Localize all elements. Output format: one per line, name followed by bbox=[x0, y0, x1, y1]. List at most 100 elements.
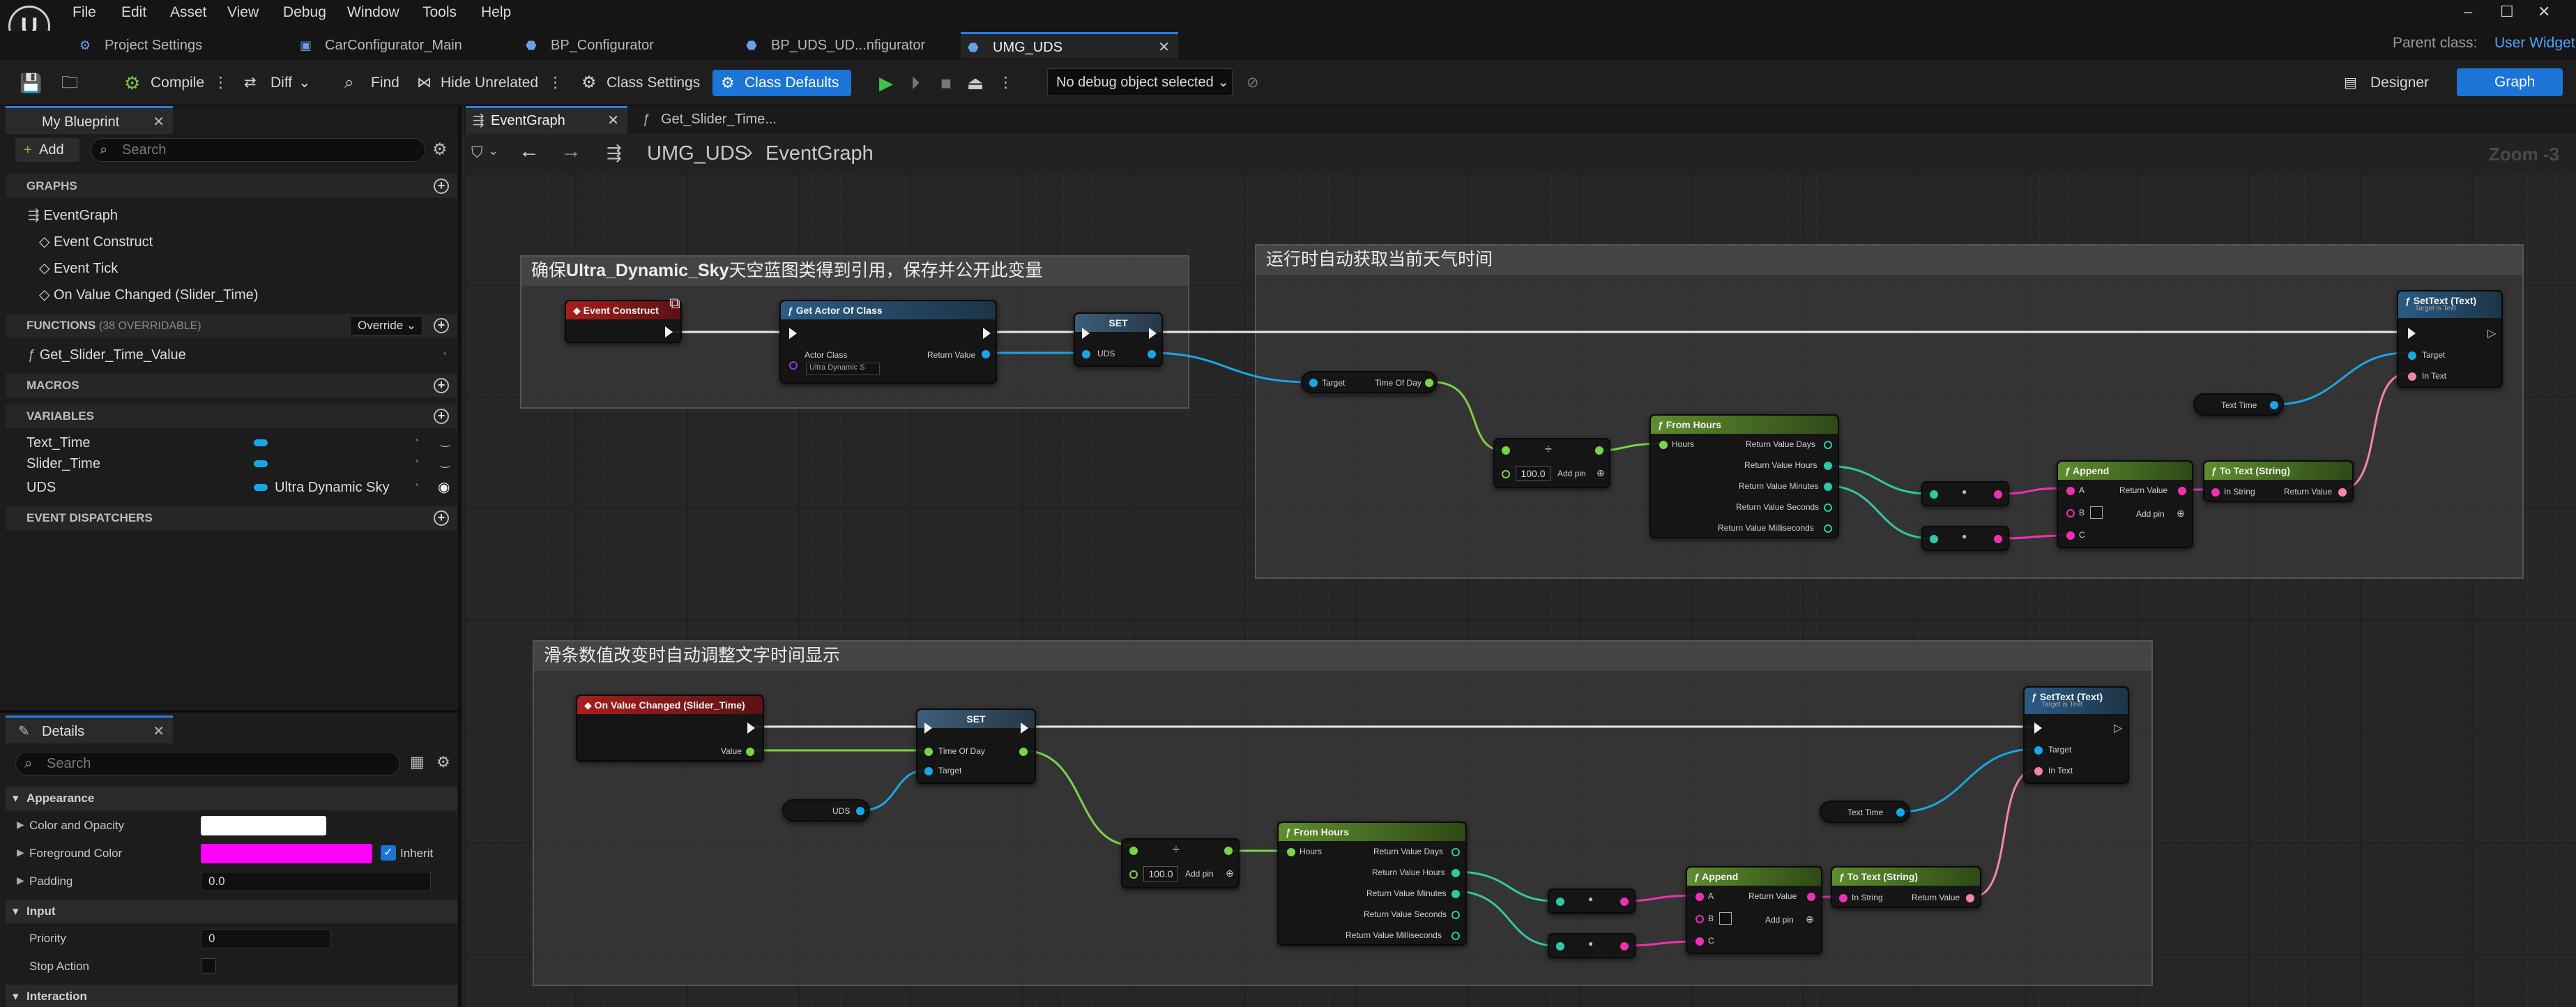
string-out-pin[interactable] bbox=[1620, 942, 1629, 951]
int-in-pin[interactable] bbox=[1556, 898, 1564, 906]
rv-days-pin[interactable] bbox=[1451, 848, 1460, 856]
node-int-to-string[interactable]: ● bbox=[1548, 933, 1636, 958]
a-pin[interactable] bbox=[2066, 487, 2075, 495]
text-time-out-pin[interactable] bbox=[1896, 808, 1905, 817]
in-text-pin[interactable] bbox=[2034, 767, 2043, 775]
add-pin-plus-icon[interactable]: ⊕ bbox=[2177, 508, 2185, 520]
actor-class-select[interactable]: Ultra Dynamic S bbox=[806, 363, 880, 375]
rv-days-pin[interactable] bbox=[1824, 441, 1832, 449]
hours-pin[interactable] bbox=[1287, 848, 1295, 856]
target-pin[interactable] bbox=[924, 767, 933, 775]
rv-hours-pin[interactable] bbox=[1451, 869, 1460, 877]
exec-in-pin[interactable] bbox=[1082, 328, 1090, 339]
exec-out-pin[interactable]: ▷ bbox=[2114, 721, 2122, 735]
int-in-pin[interactable] bbox=[1930, 535, 1938, 543]
node-int-to-string[interactable]: ● bbox=[1548, 888, 1636, 914]
uds-in-pin[interactable] bbox=[1082, 350, 1090, 358]
node-get-uds[interactable]: UDS bbox=[782, 799, 870, 821]
float-out-pin[interactable] bbox=[1595, 446, 1603, 455]
exec-in-pin[interactable] bbox=[2034, 722, 2042, 734]
rv-hours-pin[interactable] bbox=[1824, 462, 1832, 470]
node-get-text-time[interactable]: Text Time bbox=[2193, 393, 2284, 416]
node-set-time-of-day[interactable]: SET Time Of Day Target bbox=[916, 709, 1036, 784]
add-pin-label[interactable]: Add pin bbox=[1765, 915, 1794, 925]
node-on-value-changed[interactable]: ◆ On Value Changed (Slider_Time) Value bbox=[576, 695, 764, 762]
b-value-field[interactable] bbox=[2090, 506, 2103, 519]
node-set-text[interactable]: ƒ SetText (Text) Target is Text ▷ Target … bbox=[2397, 290, 2503, 388]
add-pin-plus-icon[interactable]: ⊕ bbox=[1596, 467, 1605, 479]
int-in-pin[interactable] bbox=[1556, 942, 1564, 951]
float-in-pin[interactable] bbox=[1502, 446, 1510, 455]
node-to-text-string[interactable]: ƒ To Text (String) In String Return Valu… bbox=[2203, 460, 2354, 502]
float-out-pin[interactable] bbox=[1224, 847, 1233, 855]
node-int-to-string[interactable]: ● bbox=[1921, 526, 2009, 551]
node-divide[interactable]: ÷ 100.0 Add pin ⊕ bbox=[1493, 438, 1610, 488]
actor-class-pin[interactable] bbox=[789, 361, 798, 370]
rv-ms-pin[interactable] bbox=[1451, 932, 1460, 940]
exec-out-pin[interactable] bbox=[665, 326, 673, 338]
target-pin[interactable] bbox=[2034, 746, 2043, 755]
exec-out-pin[interactable] bbox=[1021, 722, 1028, 734]
time-of-day-out-pin[interactable] bbox=[1019, 748, 1028, 756]
exec-out-pin[interactable]: ▷ bbox=[2487, 326, 2496, 340]
node-divide[interactable]: ÷ 100.0 Add pin ⊕ bbox=[1121, 838, 1240, 888]
exec-in-pin[interactable] bbox=[2408, 328, 2416, 339]
add-pin-label[interactable]: Add pin bbox=[1557, 469, 1586, 478]
a-pin[interactable] bbox=[1695, 893, 1704, 901]
in-string-pin[interactable] bbox=[1839, 894, 1847, 902]
b-pin[interactable] bbox=[1695, 915, 1704, 923]
return-value-pin[interactable] bbox=[1807, 893, 1815, 901]
text-time-out-pin[interactable] bbox=[2270, 401, 2278, 409]
b-pin[interactable] bbox=[2066, 509, 2075, 517]
uds-out-pin[interactable] bbox=[1148, 350, 1156, 358]
node-append[interactable]: ƒ Append A Return Value B Add pin ⊕ C bbox=[1686, 866, 1822, 954]
node-append[interactable]: ƒ Append A Return Value B Add pin ⊕ C bbox=[2057, 460, 2193, 548]
node-from-hours[interactable]: ƒ From Hours Hours Return Value Days Ret… bbox=[1649, 414, 1839, 538]
return-value-pin[interactable] bbox=[2338, 488, 2347, 497]
time-of-day-pin[interactable] bbox=[1425, 379, 1433, 387]
string-out-pin[interactable] bbox=[1994, 490, 2002, 499]
exec-out-pin[interactable] bbox=[983, 328, 991, 339]
in-string-pin[interactable] bbox=[2211, 488, 2220, 497]
rv-minutes-pin[interactable] bbox=[1451, 890, 1460, 898]
target-pin[interactable] bbox=[1309, 379, 1318, 387]
rv-minutes-pin[interactable] bbox=[1824, 483, 1832, 491]
node-to-text-string[interactable]: ƒ To Text (String) In String Return Valu… bbox=[1831, 866, 1981, 908]
time-of-day-in-pin[interactable] bbox=[924, 748, 933, 756]
node-event-construct[interactable]: ◆ Event Construct bbox=[565, 300, 682, 343]
divisor-field[interactable]: 100.0 bbox=[1516, 466, 1550, 481]
rv-seconds-pin[interactable] bbox=[1824, 503, 1832, 512]
node-from-hours[interactable]: ƒ From Hours Hours Return Value Days Ret… bbox=[1277, 821, 1467, 946]
exec-out-pin[interactable] bbox=[1149, 328, 1157, 339]
add-pin-label[interactable]: Add pin bbox=[2136, 509, 2165, 519]
node-get-actor-of-class[interactable]: ƒ Get Actor Of Class Actor Class Ultra D… bbox=[779, 300, 997, 384]
c-pin[interactable] bbox=[1695, 937, 1704, 946]
divisor-pin[interactable] bbox=[1502, 470, 1510, 478]
rv-seconds-pin[interactable] bbox=[1451, 911, 1460, 919]
node-set-text[interactable]: ƒ SetText (Text) Target is Text ▷ Target … bbox=[2023, 686, 2129, 784]
rv-ms-pin[interactable] bbox=[1824, 524, 1832, 533]
b-value-field[interactable] bbox=[1719, 912, 1732, 925]
add-pin-plus-icon[interactable]: ⊕ bbox=[1226, 868, 1234, 879]
exec-in-pin[interactable] bbox=[789, 328, 797, 339]
add-pin-plus-icon[interactable]: ⊕ bbox=[1806, 914, 1814, 925]
uds-out-pin[interactable] bbox=[856, 807, 864, 815]
string-out-pin[interactable] bbox=[1994, 535, 2002, 543]
value-pin[interactable] bbox=[746, 748, 754, 756]
string-out-pin[interactable] bbox=[1620, 898, 1629, 906]
return-value-pin[interactable] bbox=[1966, 894, 1974, 902]
target-pin[interactable] bbox=[2408, 351, 2416, 360]
divisor-pin[interactable] bbox=[1129, 870, 1138, 879]
in-text-pin[interactable] bbox=[2408, 372, 2416, 381]
node-get-time-of-day[interactable]: Target Time Of Day bbox=[1301, 371, 1438, 393]
float-in-pin[interactable] bbox=[1129, 847, 1138, 855]
exec-in-pin[interactable] bbox=[924, 722, 932, 734]
divisor-field[interactable]: 100.0 bbox=[1143, 866, 1178, 881]
exec-out-pin[interactable] bbox=[747, 722, 755, 734]
return-value-pin[interactable] bbox=[982, 350, 990, 358]
node-int-to-string[interactable]: ● bbox=[1921, 481, 2009, 506]
c-pin[interactable] bbox=[2066, 531, 2075, 540]
node-get-text-time[interactable]: Text Time bbox=[1820, 801, 1910, 823]
hours-pin[interactable] bbox=[1659, 441, 1668, 449]
return-value-pin[interactable] bbox=[2178, 487, 2186, 495]
